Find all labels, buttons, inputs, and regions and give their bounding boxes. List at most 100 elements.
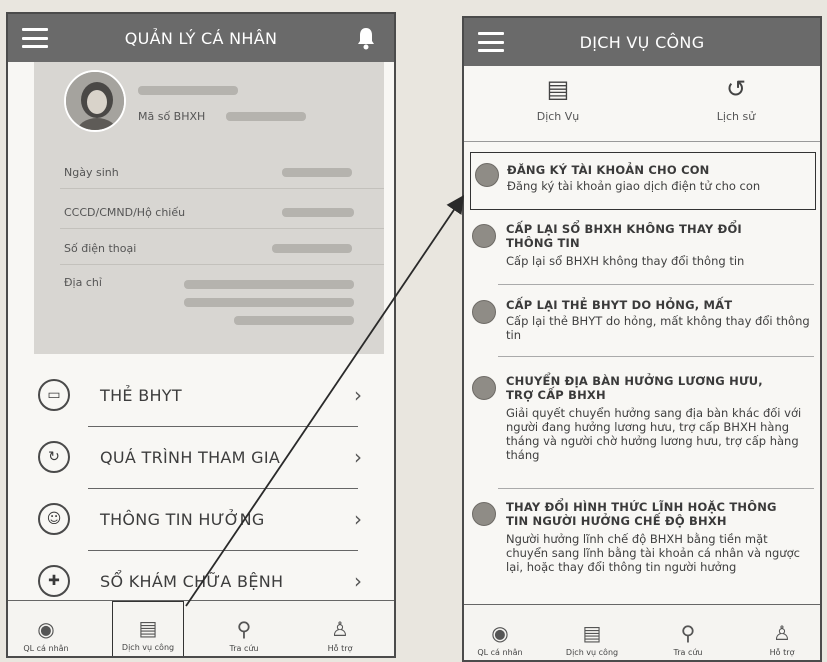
document-icon: ▤ — [582, 621, 602, 645]
header-bar: DỊCH VỤ CÔNG — [464, 18, 820, 66]
history-icon: ↻ — [38, 441, 70, 473]
service-title: ĐĂNG KÝ TÀI KHOẢN CHO CON — [507, 163, 710, 177]
bhxh-number-redacted — [226, 112, 306, 121]
menu-item-label: SỔ KHÁM CHỮA BỆNH — [100, 571, 284, 591]
menu-item-label: QUÁ TRÌNH THAM GIA — [100, 447, 281, 467]
bhxh-logo-icon — [472, 502, 496, 526]
search-icon: ⚲ — [236, 617, 252, 641]
nav-label: QL cá nhân — [23, 644, 69, 653]
phone-label: Số điện thoại — [64, 242, 137, 255]
menu-item-benefit-info[interactable]: ☺ THÔNG TIN HƯỞNG › — [32, 494, 362, 544]
address-redacted — [184, 280, 354, 289]
bottom-nav: ◉ QL cá nhân ▤ Dịch vụ công ⚲ Tra cứu ♙ … — [8, 600, 394, 656]
address-label: Địa chỉ — [64, 276, 102, 289]
id-redacted — [282, 208, 354, 217]
bottom-nav: ◉ QL cá nhân ▤ Dịch vụ công ⚲ Tra cứu ♙ … — [464, 604, 820, 660]
public-services-screen: DỊCH VỤ CÔNG ▤ Dịch Vụ ↺ Lịch sử ĐĂNG KÝ… — [462, 16, 822, 662]
service-desc: Đăng ký tài khoản giao dịch điện tử cho … — [507, 179, 761, 193]
divider — [498, 356, 814, 357]
menu-item-participation-history[interactable]: ↻ QUÁ TRÌNH THAM GIA › — [32, 432, 362, 482]
nav-personal[interactable]: ◉ QL cá nhân — [10, 601, 82, 656]
profile-badge-icon: ◉ — [491, 621, 509, 645]
tab-services[interactable]: ▤ Dịch Vụ — [498, 74, 618, 134]
nav-label: Dịch vụ công — [565, 648, 619, 657]
bell-icon[interactable] — [356, 26, 376, 50]
service-desc: Cấp lại sổ BHXH không thay đổi thông tin — [506, 254, 745, 268]
header-bar: QUẢN LÝ CÁ NHÂN — [8, 14, 394, 62]
nav-lookup[interactable]: ⚲ Tra cứu — [208, 601, 280, 656]
service-change-payment-method[interactable]: THAY ĐỔI HÌNH THỨC LĨNH HOẶC THÔNG TIN N… — [470, 500, 816, 592]
card-icon: ▭ — [38, 379, 70, 411]
nav-label: Hỗ trợ — [327, 644, 353, 653]
personal-management-screen: QUẢN LÝ CÁ NHÂN Mã số BHXH Ngày sinh CCC… — [6, 12, 396, 658]
bhxh-number-label: Mã số BHXH — [138, 110, 206, 123]
service-reissue-bhxh-book[interactable]: CẤP LẠI SỔ BHXH KHÔNG THAY ĐỔI THÔNG TIN… — [470, 222, 816, 284]
name-redacted — [138, 86, 238, 95]
page-title: DỊCH VỤ CÔNG — [579, 32, 705, 52]
page-title: QUẢN LÝ CÁ NHÂN — [124, 28, 278, 48]
service-title: CẤP LẠI THẺ BHYT DO HỎNG, MẤT — [506, 298, 733, 312]
medical-cross-icon: ✚ — [38, 565, 70, 597]
address-redacted — [234, 316, 354, 325]
chevron-right-icon: › — [354, 569, 362, 593]
menu-item-label: THÔNG TIN HƯỞNG — [100, 509, 265, 529]
history-icon: ↺ — [725, 75, 747, 103]
chevron-right-icon: › — [354, 507, 362, 531]
id-label: CCCD/CMND/Hộ chiếu — [64, 206, 186, 219]
chevron-right-icon: › — [354, 445, 362, 469]
bhxh-logo-icon — [475, 163, 499, 187]
tab-bar: ▤ Dịch Vụ ↺ Lịch sử — [464, 66, 820, 142]
divider — [60, 228, 384, 229]
nav-label: Hỗ trợ — [769, 648, 795, 657]
service-title: CẤP LẠI SỔ BHXH KHÔNG THAY ĐỔI THÔNG TIN — [506, 222, 742, 250]
service-register-child-account[interactable]: ĐĂNG KÝ TÀI KHOẢN CHO CON Đăng ký tài kh… — [470, 152, 816, 210]
search-icon: ⚲ — [680, 621, 696, 645]
nav-public-services[interactable]: ▤ Dịch vụ công — [556, 605, 628, 660]
tab-history[interactable]: ↺ Lịch sử — [676, 74, 796, 134]
dob-label: Ngày sinh — [64, 166, 119, 179]
divider — [88, 550, 358, 551]
support-icon: ♙ — [331, 617, 349, 641]
divider — [60, 188, 384, 189]
nav-support[interactable]: ♙ Hỗ trợ — [746, 605, 818, 660]
address-redacted — [184, 298, 354, 307]
nav-lookup[interactable]: ⚲ Tra cứu — [652, 605, 724, 660]
service-desc: Người hưởng lĩnh chế độ BHXH bằng tiền m… — [506, 532, 800, 574]
menu-item-label: THẺ BHYT — [100, 385, 182, 405]
service-title: CHUYỂN ĐỊA BÀN HƯỞNG LƯƠNG HƯU, TRỢ CẤP … — [506, 374, 763, 402]
nav-label: QL cá nhân — [477, 648, 523, 657]
nav-personal[interactable]: ◉ QL cá nhân — [464, 605, 536, 660]
profile-card: Mã số BHXH Ngày sinh CCCD/CMND/Hộ chiếu … — [34, 62, 384, 354]
service-desc: Giải quyết chuyển hưởng sang địa bàn khá… — [506, 406, 802, 462]
tab-label: Lịch sử — [716, 110, 756, 123]
nav-label: Tra cứu — [229, 644, 259, 653]
service-reissue-bhyt-card[interactable]: CẤP LẠI THẺ BHYT DO HỎNG, MẤT Cấp lại th… — [470, 298, 816, 354]
bhxh-logo-icon — [472, 376, 496, 400]
dob-redacted — [282, 168, 352, 177]
phone-redacted — [272, 244, 352, 253]
hamburger-menu-icon[interactable] — [478, 32, 504, 52]
bhxh-logo-icon — [472, 224, 496, 248]
service-desc: Cấp lại thẻ BHYT do hỏng, mất không thay… — [506, 314, 810, 342]
tab-label: Dịch Vụ — [536, 110, 580, 123]
nav-label: Dịch vụ công — [121, 643, 175, 652]
chevron-right-icon: › — [354, 383, 362, 407]
service-title: THAY ĐỔI HÌNH THỨC LĨNH HOẶC THÔNG TIN N… — [506, 500, 777, 528]
nav-public-services[interactable]: ▤ Dịch vụ công — [112, 601, 184, 656]
divider — [88, 488, 358, 489]
divider — [498, 284, 814, 285]
menu-item-medical-book[interactable]: ✚ SỔ KHÁM CHỮA BỆNH › — [32, 556, 362, 606]
divider — [88, 426, 358, 427]
document-icon: ▤ — [138, 616, 158, 640]
hamburger-menu-icon[interactable] — [22, 28, 48, 48]
menu-item-bhyt-card[interactable]: ▭ THẺ BHYT › — [32, 370, 362, 420]
avatar — [64, 70, 126, 132]
bhxh-logo-icon — [472, 300, 496, 324]
divider — [60, 264, 384, 265]
service-transfer-pension-area[interactable]: CHUYỂN ĐỊA BÀN HƯỞNG LƯƠNG HƯU, TRỢ CẤP … — [470, 374, 816, 474]
person-icon: ☺ — [38, 503, 70, 535]
profile-badge-icon: ◉ — [37, 617, 55, 641]
nav-support[interactable]: ♙ Hỗ trợ — [304, 601, 376, 656]
support-icon: ♙ — [773, 621, 791, 645]
nav-label: Tra cứu — [673, 648, 703, 657]
